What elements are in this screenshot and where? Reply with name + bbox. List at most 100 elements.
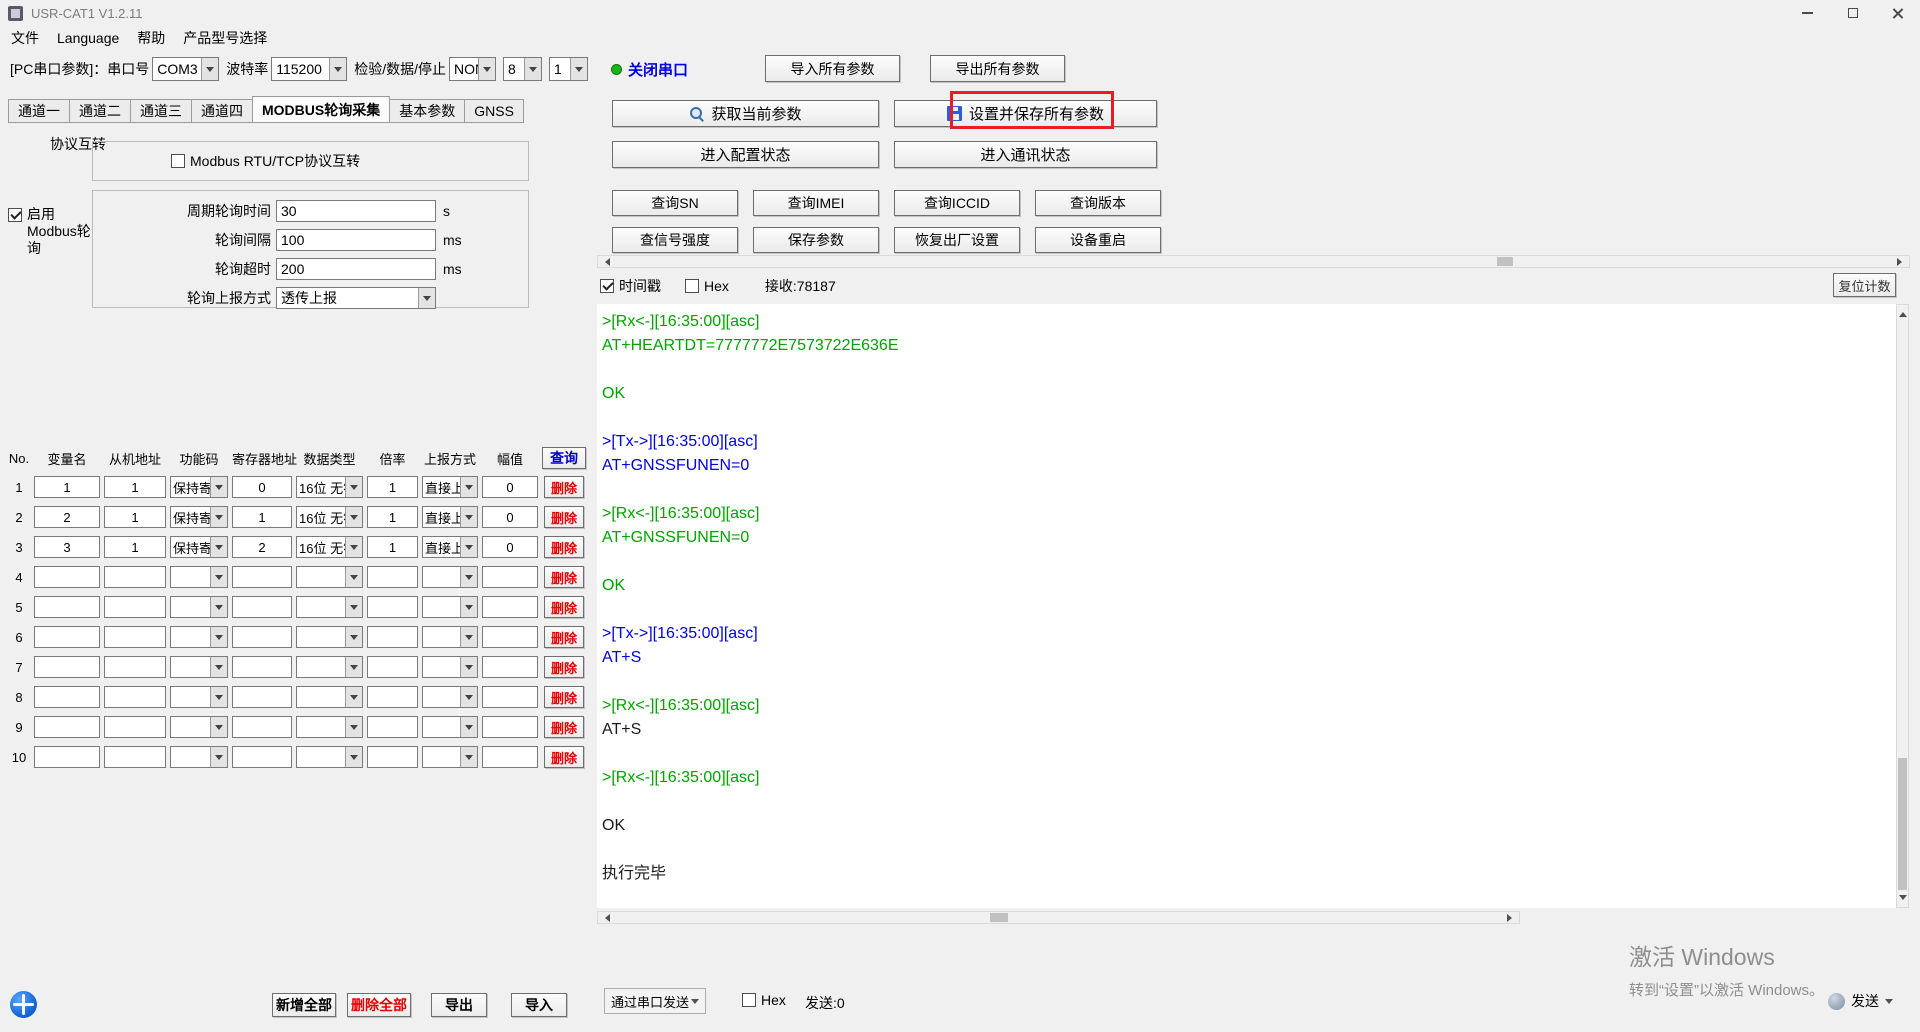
export-button[interactable]: 导出 [431,993,487,1017]
small-action-button[interactable]: 查询版本 [1035,190,1161,216]
function-code-select[interactable] [170,656,228,678]
scroll-up-icon[interactable] [1897,305,1908,320]
close-port-button[interactable]: 关闭串口 [611,59,688,80]
register-address-input[interactable] [232,746,292,768]
report-mode-select[interactable] [422,566,478,588]
log-horizontal-scrollbar-bottom[interactable] [597,911,1520,924]
tab[interactable]: 通道四 [191,99,253,123]
import-button[interactable]: 导入 [511,993,567,1017]
report-mode-select[interactable] [422,626,478,648]
data-type-select[interactable] [296,746,363,768]
scrollbar-track[interactable] [613,912,1504,923]
slave-address-input[interactable] [104,596,166,618]
data-type-select[interactable] [296,686,363,708]
tab[interactable]: 基本参数 [389,99,465,123]
field-input[interactable]: 200 [276,258,436,280]
amplitude-input[interactable] [482,686,538,708]
timestamp-checkbox[interactable]: 时间戳 [600,276,661,296]
ratio-input[interactable] [367,626,418,648]
delete-row-button[interactable]: 删除 [544,566,584,588]
ratio-input[interactable]: 1 [367,506,418,528]
delete-row-button[interactable]: 删除 [544,596,584,618]
send-method-select[interactable]: 通过串口发送 [604,988,706,1014]
function-code-select[interactable]: 保持寄存器 [170,506,228,528]
slave-address-input[interactable] [104,686,166,708]
tab[interactable]: 通道三 [130,99,192,123]
query-button[interactable]: 查询 [542,447,586,469]
stopbits-select[interactable]: 1 [549,57,588,81]
small-action-button[interactable]: 查询ICCID [894,190,1020,216]
register-address-input[interactable]: 1 [232,506,292,528]
tab[interactable]: MODBUS轮询采集 [252,96,390,123]
amplitude-input[interactable] [482,626,538,648]
log-area[interactable]: >[Rx<-][16:35:00][asc] AT+HEARTDT=777777… [597,304,1896,908]
data-type-select[interactable] [296,596,363,618]
data-type-select[interactable]: 16位 无符号 [296,476,363,498]
delete-row-button[interactable]: 删除 [544,536,584,558]
scroll-left-icon[interactable] [598,912,613,923]
report-mode-select[interactable] [422,716,478,738]
function-code-select[interactable] [170,626,228,648]
function-code-select[interactable] [170,746,228,768]
ratio-input[interactable] [367,686,418,708]
delete-row-button[interactable]: 删除 [544,626,584,648]
function-code-select[interactable] [170,596,228,618]
function-code-select[interactable]: 保持寄存器 [170,536,228,558]
variable-name-input[interactable]: 1 [34,476,100,498]
register-address-input[interactable] [232,566,292,588]
ratio-input[interactable] [367,656,418,678]
minimize-button[interactable] [1785,0,1830,26]
variable-name-input[interactable] [34,746,100,768]
variable-name-input[interactable] [34,566,100,588]
add-all-button[interactable]: 新增全部 [272,993,336,1017]
delete-row-button[interactable]: 删除 [544,506,584,528]
register-address-input[interactable] [232,626,292,648]
register-address-input[interactable] [232,596,292,618]
delete-row-button[interactable]: 删除 [544,716,584,738]
small-action-button[interactable]: 恢复出厂设置 [894,227,1020,253]
data-type-select[interactable]: 16位 无符号 [296,536,363,558]
register-address-input[interactable]: 2 [232,536,292,558]
menu-item[interactable]: 产品型号选择 [174,28,276,48]
ratio-input[interactable] [367,596,418,618]
amplitude-input[interactable]: 0 [482,506,538,528]
field-input[interactable]: 30 [276,200,436,222]
delete-row-button[interactable]: 删除 [544,746,584,768]
variable-name-input[interactable]: 2 [34,506,100,528]
enter-comm-state-button[interactable]: 进入通讯状态 [894,141,1157,168]
ratio-input[interactable] [367,716,418,738]
get-current-params-button[interactable]: 获取当前参数 [612,100,879,127]
amplitude-input[interactable]: 0 [482,476,538,498]
enter-config-state-button[interactable]: 进入配置状态 [612,141,879,168]
variable-name-input[interactable]: 3 [34,536,100,558]
enable-modbus-poll-checkbox[interactable]: 启用 Modbus轮询 [8,206,98,257]
scrollbar-track[interactable] [1897,320,1908,892]
import-all-params-button[interactable]: 导入所有参数 [765,55,900,82]
field-input[interactable]: 100 [276,229,436,251]
data-type-select[interactable]: 16位 无符号 [296,506,363,528]
small-action-button[interactable]: 保存参数 [753,227,879,253]
menu-item[interactable]: Language [48,30,128,46]
report-mode-select[interactable] [422,686,478,708]
scrollbar-thumb[interactable] [1898,758,1907,890]
export-all-params-button[interactable]: 导出所有参数 [930,55,1065,82]
ratio-input[interactable] [367,566,418,588]
small-action-button[interactable]: 查询IMEI [753,190,879,216]
function-code-select[interactable] [170,716,228,738]
tab[interactable]: 通道二 [69,99,131,123]
variable-name-input[interactable] [34,596,100,618]
maximize-button[interactable] [1830,0,1875,26]
port-select[interactable]: COM3 [152,57,219,81]
slave-address-input[interactable] [104,626,166,648]
reset-count-button[interactable]: 复位计数 [1833,273,1896,297]
menu-item[interactable]: 文件 [2,28,48,48]
tab[interactable]: GNSS [464,99,524,123]
variable-name-input[interactable] [34,716,100,738]
register-address-input[interactable] [232,686,292,708]
scroll-right-icon[interactable] [1504,912,1519,923]
slave-address-input[interactable]: 1 [104,506,166,528]
ratio-input[interactable]: 1 [367,476,418,498]
ratio-input[interactable]: 1 [367,536,418,558]
report-mode-select[interactable]: 直接上报 [422,476,478,498]
data-type-select[interactable] [296,626,363,648]
